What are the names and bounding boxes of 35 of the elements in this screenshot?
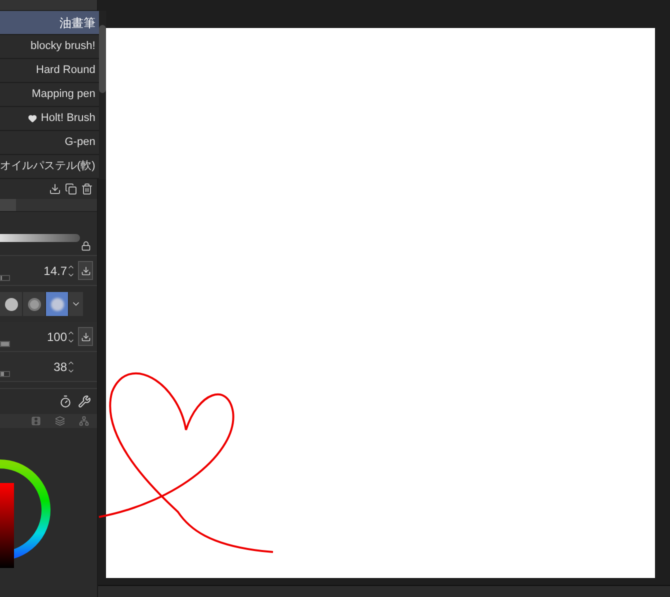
slider-track[interactable] (0, 371, 10, 377)
film-icon[interactable] (31, 416, 41, 426)
value-text: 100 (46, 328, 67, 346)
hierarchy-icon[interactable] (79, 416, 89, 426)
lock-icon[interactable] (81, 241, 91, 251)
delete-icon[interactable] (81, 183, 93, 195)
brush-list-item[interactable]: 油畫筆 (0, 11, 100, 35)
brush-name: Hard Round (36, 63, 96, 78)
slider-track[interactable] (0, 275, 10, 281)
brush-list-item[interactable]: Holt! Brush (0, 107, 100, 131)
timer-icon[interactable] (59, 395, 72, 408)
scrollbar[interactable] (99, 11, 106, 179)
brush-list-item[interactable]: オイルパステル(軟) (0, 155, 100, 179)
value-text: 14.7 (44, 262, 67, 280)
download-icon[interactable] (49, 183, 61, 195)
brush-name: blocky brush! (30, 39, 96, 54)
brush-list-item[interactable]: G-pen (0, 131, 100, 155)
brush-name: Mapping pen (32, 87, 96, 102)
brush-name: G-pen (64, 135, 96, 150)
download-icon (80, 332, 90, 342)
download-icon (80, 266, 90, 276)
brush-name: オイルパステル(軟) (0, 159, 96, 174)
wrench-icon[interactable] (78, 395, 91, 408)
brush-tip-option[interactable] (0, 292, 22, 316)
brush-name: 油畫筆 (59, 14, 96, 32)
download-button[interactable] (78, 261, 93, 280)
brush-list-item[interactable]: Mapping pen (0, 83, 100, 107)
download-button[interactable] (78, 327, 93, 346)
value-text: 38 (54, 358, 67, 376)
brush-name: Holt! Brush (40, 111, 96, 126)
layers-icon[interactable] (55, 416, 65, 426)
brush-tip-option[interactable] (23, 292, 45, 316)
brush-list-item[interactable]: blocky brush! (0, 35, 100, 59)
brush-list-item[interactable]: Hard Round (0, 59, 100, 83)
copy-icon[interactable] (65, 183, 77, 195)
